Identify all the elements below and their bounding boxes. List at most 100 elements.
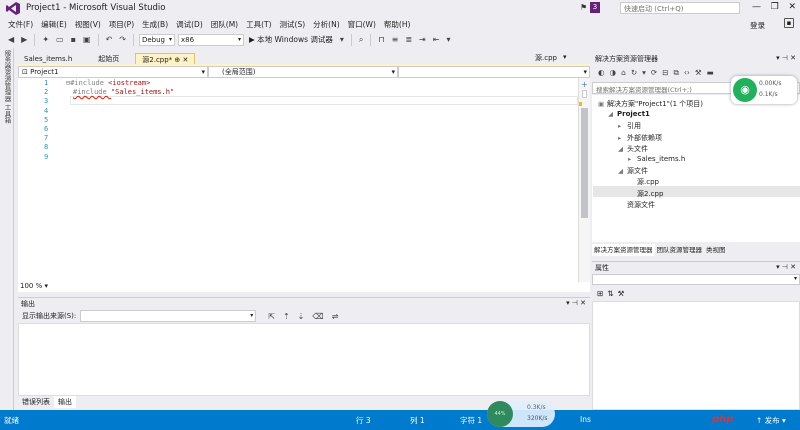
properties-icon[interactable]: ⚒: [695, 68, 702, 77]
split-editor-icon[interactable]: +: [581, 80, 588, 89]
tree-node[interactable]: 源2.cpp: [628, 189, 663, 199]
member-dropdown[interactable]: ▾: [398, 66, 590, 78]
code-editor[interactable]: [18, 78, 590, 282]
next-message-icon[interactable]: ⇣: [296, 312, 307, 321]
save-icon[interactable]: ▪: [69, 35, 78, 44]
collapse-all-icon[interactable]: ⊟: [662, 68, 668, 77]
open-file-icon[interactable]: ▭: [54, 35, 66, 44]
pane-controls[interactable]: ▾ ⊣ ✕: [776, 54, 796, 62]
output-text-area[interactable]: [18, 323, 590, 396]
code-line[interactable]: ⊟#include <iostream>: [66, 79, 150, 87]
notification-badge[interactable]: 3: [590, 2, 600, 13]
run-dropdown-icon[interactable]: ▾: [338, 35, 346, 44]
pane-controls[interactable]: ▾ ⊣ ✕: [776, 263, 796, 271]
view-code-icon[interactable]: ‹›: [684, 68, 690, 77]
save-all-icon[interactable]: ▣: [81, 35, 93, 44]
indent-icon[interactable]: ⇥: [417, 35, 428, 44]
tree-node-icon[interactable]: ◢: [608, 110, 617, 118]
menu-window[interactable]: 窗口(W): [344, 17, 380, 31]
tab-output[interactable]: 输出: [54, 396, 76, 408]
menu-help[interactable]: 帮助(H): [380, 17, 415, 31]
tree-node[interactable]: ▸ 引用: [618, 121, 641, 131]
minimize-button[interactable]: —: [752, 0, 761, 16]
platform-select[interactable]: x86 ▾: [177, 33, 244, 46]
pane-controls[interactable]: ▾ ⊣ ✕: [566, 299, 586, 307]
alphabetical-icon[interactable]: ⇅: [607, 289, 613, 298]
tree-node-icon[interactable]: ◢: [618, 145, 627, 153]
find-message-icon[interactable]: ⇱: [266, 312, 277, 321]
menu-team[interactable]: 团队(M): [207, 17, 242, 31]
quick-launch-input[interactable]: 快速启动 (Ctrl+Q): [620, 2, 740, 14]
tab-solution-explorer[interactable]: 解决方案资源管理器: [592, 244, 655, 256]
server-explorer-tab[interactable]: 服务器资源管理器: [2, 50, 12, 102]
refresh-icon[interactable]: ⟳: [651, 68, 657, 77]
tree-node[interactable]: ▸ Sales_items.h: [628, 155, 685, 163]
publish-button[interactable]: ↑ 发布 ▾: [756, 415, 786, 426]
tree-node-icon[interactable]: ◢: [618, 167, 627, 175]
tree-node-icon[interactable]: ▣: [598, 100, 607, 108]
menu-analyze[interactable]: 分析(N): [309, 17, 343, 31]
pending-changes-icon[interactable]: ▾: [642, 68, 646, 77]
tab-team-explorer[interactable]: 团队资源管理器: [655, 244, 705, 256]
tree-node[interactable]: ▣ 解决方案"Project1"(1 个项目): [598, 99, 703, 109]
scrollbar-thumb[interactable]: [581, 108, 588, 218]
preview-icon[interactable]: ▬: [707, 68, 714, 77]
project-dropdown[interactable]: ⊡ Project1 ▾: [18, 66, 208, 78]
sync-icon[interactable]: ↻: [631, 68, 637, 77]
find-icon[interactable]: ⌕: [357, 35, 365, 45]
scope-dropdown[interactable]: (全局范围) ▾: [208, 66, 398, 78]
menu-debug[interactable]: 调试(D): [172, 17, 207, 31]
configuration-select[interactable]: Debug ▾: [138, 33, 175, 46]
back-icon[interactable]: ◀: [6, 35, 16, 44]
menu-tools[interactable]: 工具(T): [242, 17, 275, 31]
menu-project[interactable]: 项目(P): [105, 17, 138, 31]
tree-node[interactable]: 资源文件: [618, 200, 655, 210]
tab-source-cpp[interactable]: 源.cpp: [535, 53, 557, 63]
tree-node[interactable]: ◢ 头文件: [618, 144, 648, 154]
close-button[interactable]: ✕: [788, 0, 796, 16]
tree-node-icon[interactable]: ▸: [618, 122, 627, 130]
maximize-button[interactable]: ❐: [771, 0, 779, 16]
comment-icon[interactable]: ≡: [390, 35, 401, 44]
forward-icon[interactable]: ◑: [610, 68, 617, 77]
tree-node[interactable]: 源.cpp: [628, 177, 659, 187]
bookmark-icon[interactable]: ⊓: [376, 35, 386, 44]
menu-test[interactable]: 测试(S): [276, 17, 310, 31]
menu-file[interactable]: 文件(F): [4, 17, 37, 31]
back-icon[interactable]: ◐: [598, 68, 605, 77]
tree-node[interactable]: ◢ 源文件: [618, 166, 648, 176]
tab-class-view[interactable]: 类视图: [704, 244, 728, 256]
word-wrap-icon[interactable]: ⇌: [330, 312, 341, 321]
editor-vertical-scrollbar[interactable]: +: [578, 78, 590, 282]
categorized-icon[interactable]: ⊞: [597, 289, 603, 298]
properties-object-select[interactable]: ▾: [592, 274, 800, 285]
new-project-icon[interactable]: ✦: [40, 35, 51, 44]
toolbar-options-icon[interactable]: ▾: [444, 35, 452, 44]
tree-node[interactable]: ◢ Project1: [608, 110, 650, 118]
code-line[interactable]: #include "Sales_items.h": [73, 88, 174, 96]
previous-message-icon[interactable]: ⇡: [281, 312, 292, 321]
property-pages-icon[interactable]: ⚒: [618, 289, 625, 298]
undo-icon[interactable]: ↶: [104, 35, 115, 44]
outdent-icon[interactable]: ⇤: [431, 35, 442, 44]
feedback-flag-icon[interactable]: ⚑: [580, 3, 587, 12]
redo-icon[interactable]: ↷: [117, 35, 128, 44]
tree-node-icon[interactable]: ▸: [628, 155, 637, 163]
login-link[interactable]: 登录: [750, 20, 765, 31]
uncomment-icon[interactable]: ≣: [403, 35, 414, 44]
menu-view[interactable]: 视图(V): [71, 17, 105, 31]
output-source-select[interactable]: ▾: [80, 310, 257, 322]
tree-node-icon[interactable]: ▸: [618, 134, 627, 142]
tab-list-dropdown-icon[interactable]: ▾: [563, 53, 567, 63]
zoom-level[interactable]: 100 % ▾: [18, 282, 590, 292]
pin-icon[interactable]: ⊕: [174, 56, 180, 64]
tree-node[interactable]: ▸ 外部依赖项: [618, 133, 662, 143]
show-all-files-icon[interactable]: ⧉: [674, 68, 679, 78]
home-icon[interactable]: ⌂: [621, 68, 626, 77]
toolbox-tab[interactable]: 工具箱: [2, 104, 12, 124]
menu-build[interactable]: 生成(B): [138, 17, 172, 31]
account-icon[interactable]: ▪: [784, 18, 794, 28]
start-debugging-button[interactable]: ▶ 本地 Windows 调试器: [247, 34, 335, 45]
tab-error-list[interactable]: 错误列表: [18, 396, 54, 408]
forward-icon[interactable]: ▶: [19, 35, 29, 44]
